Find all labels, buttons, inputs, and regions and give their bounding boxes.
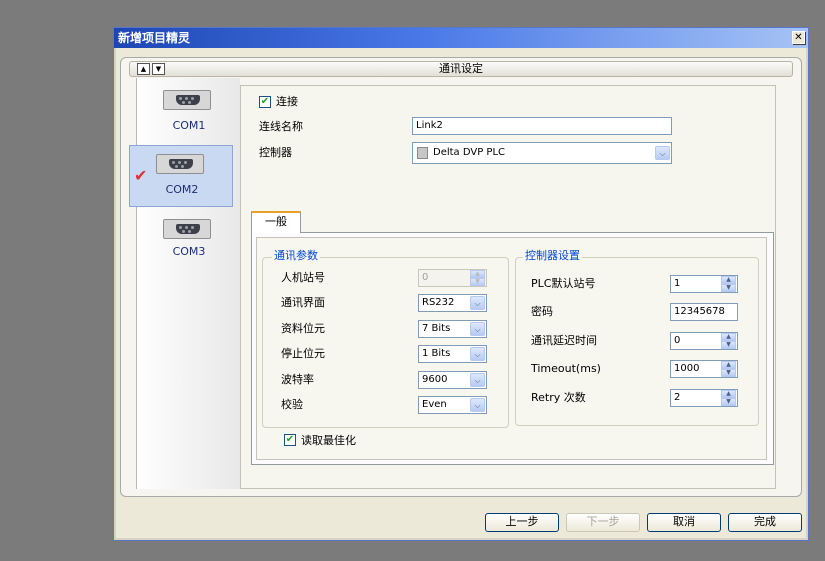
- scroll-down-button[interactable]: ▼: [152, 63, 165, 75]
- port-pin: [179, 226, 182, 229]
- comm-delay-spinner[interactable]: 0 ▲ ▼: [670, 332, 738, 350]
- com-port-list: COM1 ✔ COM2 COM3: [129, 78, 241, 489]
- spin-up-icon[interactable]: ▲: [721, 276, 736, 284]
- baud-rate-select[interactable]: 9600 ⌵: [418, 371, 487, 389]
- connection-name-input[interactable]: Link2: [412, 117, 672, 135]
- stop-bits-select[interactable]: 1 Bits ⌵: [418, 345, 487, 363]
- spin-down-icon: ▼: [470, 278, 485, 286]
- timeout-label: Timeout(ms): [531, 362, 601, 375]
- spin-up-icon: ▲: [470, 270, 485, 278]
- read-optimize-checkbox[interactable]: ✔: [284, 434, 296, 446]
- controller-label: 控制器: [259, 146, 292, 159]
- title-bar[interactable]: 新增项目精灵 ✕: [114, 28, 808, 48]
- sidebar-item-com2[interactable]: ✔ COM2: [129, 145, 233, 207]
- port-pin: [185, 226, 188, 229]
- port-pin: [182, 230, 185, 233]
- parity-label: 校验: [281, 398, 303, 411]
- finish-button[interactable]: 完成: [728, 513, 802, 532]
- controller-settings-title: 控制器设置: [523, 249, 582, 262]
- section-header: ▲ ▼ 通讯设定: [129, 61, 793, 77]
- tab-general[interactable]: 一般: [251, 211, 301, 233]
- interface-label: 通讯界面: [281, 296, 325, 309]
- password-input[interactable]: 12345678: [670, 303, 738, 321]
- hmi-station-label: 人机站号: [281, 271, 325, 284]
- chevron-down-icon[interactable]: ⌵: [470, 373, 485, 387]
- sidebar-item-label: COM1: [172, 119, 206, 132]
- spin-up-icon[interactable]: ▲: [721, 333, 736, 341]
- sidebar-item-com3[interactable]: COM3: [137, 213, 241, 275]
- section-title: 通讯设定: [439, 62, 483, 75]
- port-pin: [178, 161, 181, 164]
- chevron-down-icon[interactable]: ⌵: [655, 146, 670, 160]
- sidebar-item-com1[interactable]: COM1: [137, 86, 241, 148]
- connect-checkbox[interactable]: ✔: [259, 96, 271, 108]
- port-pin: [188, 230, 191, 233]
- baud-rate-label: 波特率: [281, 373, 314, 386]
- spin-down-icon[interactable]: ▼: [721, 284, 736, 292]
- port-pin: [172, 161, 175, 164]
- selected-check-icon: ✔: [134, 166, 148, 185]
- spin-up-icon[interactable]: ▲: [721, 361, 736, 369]
- sidebar-item-label: COM3: [172, 245, 206, 258]
- window-title: 新增项目精灵: [118, 31, 191, 45]
- plc-station-spinner[interactable]: 1 ▲ ▼: [670, 275, 738, 293]
- interface-select[interactable]: RS232 ⌵: [418, 294, 487, 312]
- comm-params-title: 通讯参数: [272, 249, 320, 262]
- next-button[interactable]: 下一步: [566, 513, 640, 532]
- data-bits-label: 资料位元: [281, 322, 325, 335]
- connection-name-label: 连线名称: [259, 120, 303, 133]
- sidebar-item-label: COM2: [165, 183, 199, 196]
- comm-delay-label: 通讯延迟时间: [531, 334, 597, 347]
- check-icon: ✔: [260, 96, 270, 107]
- timeout-spinner[interactable]: 1000 ▲ ▼: [670, 360, 738, 378]
- cancel-button[interactable]: 取消: [647, 513, 721, 532]
- port-pin: [191, 97, 194, 100]
- parity-select[interactable]: Even ⌵: [418, 396, 487, 414]
- spin-down-icon[interactable]: ▼: [721, 398, 736, 406]
- data-bits-select[interactable]: 7 Bits ⌵: [418, 320, 487, 338]
- controller-select[interactable]: Delta DVP PLC ⌵: [412, 142, 672, 164]
- retry-label: Retry 次数: [531, 391, 586, 404]
- port-pin: [184, 161, 187, 164]
- plc-device-icon: [417, 147, 428, 159]
- spin-up-icon[interactable]: ▲: [721, 390, 736, 398]
- serial-port-icon: [156, 154, 204, 174]
- port-pin: [191, 226, 194, 229]
- plc-station-label: PLC默认站号: [531, 277, 596, 290]
- check-icon: ✔: [285, 434, 295, 445]
- port-pin: [182, 101, 185, 104]
- wizard-window: 新增项目精灵 ✕ ▲ ▼ 通讯设定 COM1 ✔ COM2 COM3 ✔ 连接 …: [113, 27, 809, 541]
- retry-spinner[interactable]: 2 ▲ ▼: [670, 389, 738, 407]
- scroll-up-button[interactable]: ▲: [137, 63, 150, 75]
- port-pin: [175, 165, 178, 168]
- chevron-down-icon[interactable]: ⌵: [470, 296, 485, 310]
- serial-port-icon: [163, 219, 211, 239]
- prev-button[interactable]: 上一步: [485, 513, 559, 532]
- port-pin: [181, 165, 184, 168]
- spin-down-icon[interactable]: ▼: [721, 341, 736, 349]
- port-pin: [188, 101, 191, 104]
- close-button[interactable]: ✕: [792, 31, 805, 44]
- hmi-station-spinner: 0 ▲ ▼: [418, 269, 487, 287]
- port-pin: [179, 97, 182, 100]
- chevron-down-icon[interactable]: ⌵: [470, 347, 485, 361]
- spin-down-icon[interactable]: ▼: [721, 369, 736, 377]
- chevron-down-icon[interactable]: ⌵: [470, 398, 485, 412]
- connect-label: 连接: [276, 95, 298, 108]
- read-optimize-label: 读取最佳化: [301, 434, 356, 447]
- port-pin: [185, 97, 188, 100]
- serial-port-icon: [163, 90, 211, 110]
- chevron-down-icon[interactable]: ⌵: [470, 322, 485, 336]
- stop-bits-label: 停止位元: [281, 347, 325, 360]
- password-label: 密码: [531, 305, 553, 318]
